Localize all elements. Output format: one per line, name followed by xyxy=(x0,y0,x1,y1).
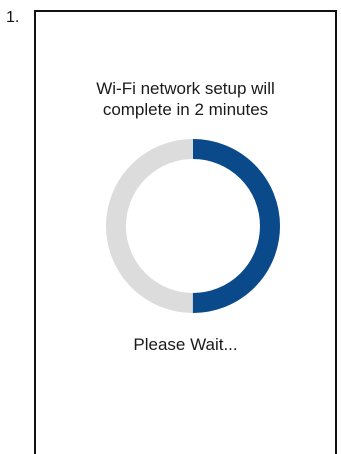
please-wait-label: Please Wait... xyxy=(133,335,238,354)
step-number: 1. xyxy=(6,9,20,26)
setup-message-line-1: Wi-Fi network setup will xyxy=(96,79,275,98)
device-screen-frame: Wi-Fi network setup will complete in 2 m… xyxy=(34,10,337,454)
setup-message: Wi-Fi network setup will complete in 2 m… xyxy=(36,78,335,120)
progress-ring xyxy=(106,139,280,313)
setup-message-line-2: complete in 2 minutes xyxy=(102,100,269,119)
